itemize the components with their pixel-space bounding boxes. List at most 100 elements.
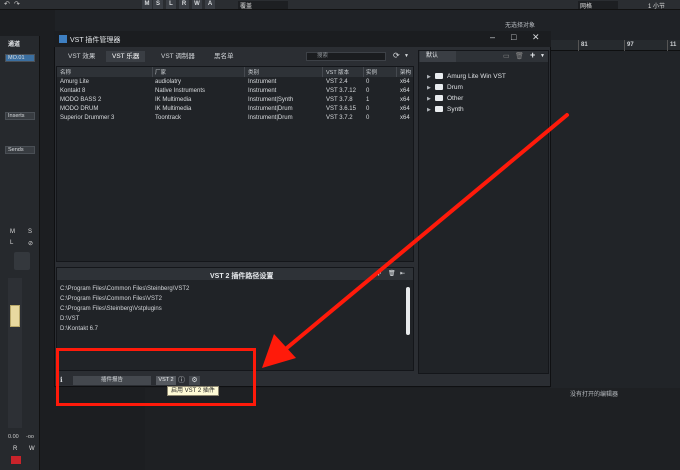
- add-menu-chevron-icon[interactable]: ▼: [540, 53, 545, 59]
- vst2-path-item[interactable]: D:\Kontakt 6.7: [60, 326, 98, 332]
- ruler-number: 81: [581, 42, 588, 48]
- write-automation-button[interactable]: W: [29, 446, 35, 452]
- quantize-field[interactable]: 1 小节: [648, 1, 665, 10]
- column-divider: [363, 67, 364, 77]
- inspector-title: 通道: [8, 42, 21, 48]
- timeline-ruler[interactable]: 81 97 11: [550, 40, 680, 51]
- sends-button[interactable]: Sends: [5, 146, 35, 154]
- no-editor-label: 没有打开的编辑器: [570, 392, 619, 398]
- folder-label: Other: [447, 95, 464, 102]
- volume-fader[interactable]: [8, 278, 22, 428]
- table-row[interactable]: [57, 96, 413, 105]
- delete-icon[interactable]: 🗑: [515, 52, 524, 60]
- tab-vst-effects[interactable]: VST 效果: [62, 51, 101, 62]
- folder-tree-item[interactable]: ▶ Other: [427, 95, 463, 102]
- new-folder-icon[interactable]: ▭: [503, 52, 510, 60]
- folder-tree-item[interactable]: ▶ Drum: [427, 84, 463, 91]
- mute-button[interactable]: M: [142, 0, 152, 9]
- write-button[interactable]: W: [192, 0, 202, 9]
- column-header-category[interactable]: 类别: [248, 68, 259, 76]
- peak-readout: -oo: [26, 434, 34, 440]
- table-row[interactable]: [57, 105, 413, 114]
- table-header: [57, 67, 413, 77]
- app-icon: [59, 35, 67, 43]
- expand-arrow-icon[interactable]: ▶: [427, 96, 435, 102]
- expand-arrow-icon[interactable]: ▶: [427, 85, 435, 91]
- pan-knob[interactable]: [14, 252, 30, 270]
- annotation-highlight-box: [56, 348, 256, 406]
- grid-field[interactable]: 网格: [578, 1, 618, 10]
- daw-screen: ↶ ↷ M S L R W A 覆盖 网格 1 小节 无选择对象 81 97 1…: [0, 0, 680, 470]
- vst2-path-item[interactable]: C:\Program Files\Common Files\Steinberg\…: [60, 286, 189, 292]
- column-header-vendor[interactable]: 厂家: [155, 68, 166, 76]
- folder-tree-item[interactable]: ▶ Amurg Lite Win VST: [427, 73, 506, 80]
- search-input[interactable]: 搜索: [306, 52, 386, 61]
- column-divider: [152, 67, 153, 77]
- delete-path-icon[interactable]: 🗑: [388, 270, 396, 277]
- inserts-button[interactable]: Inserts: [5, 112, 35, 120]
- vst2-path-item[interactable]: C:\Program Files\Common Files\VST2: [60, 296, 162, 302]
- vst2-path-item[interactable]: D:\VST: [60, 316, 79, 322]
- path-panel-title: VST 2 插件路径设置: [210, 273, 274, 280]
- tab-vst-modulators[interactable]: VST 调制器: [155, 51, 201, 62]
- rescan-icon[interactable]: ⇤: [400, 270, 405, 277]
- select-hint: 无选择对象: [505, 23, 536, 29]
- folder-label: Synth: [447, 106, 464, 113]
- column-header-arch[interactable]: 架构: [400, 68, 411, 76]
- column-header-name[interactable]: 名称: [60, 68, 71, 76]
- fader-handle[interactable]: [10, 305, 20, 327]
- column-divider: [322, 67, 323, 77]
- column-divider: [396, 67, 397, 77]
- folder-icon: [435, 73, 443, 79]
- ruler-number: 11: [670, 42, 677, 48]
- plugin-manager-titlebar[interactable]: [54, 31, 551, 47]
- table-row[interactable]: [57, 114, 413, 123]
- channel-listen-button[interactable]: L: [10, 240, 13, 246]
- tab-blacklist[interactable]: 黑名单: [208, 51, 240, 62]
- channel-mute-button[interactable]: M: [10, 229, 15, 235]
- undo-icon[interactable]: ↶: [4, 0, 10, 8]
- expand-arrow-icon[interactable]: ▶: [427, 107, 435, 113]
- table-row[interactable]: [57, 78, 413, 87]
- ruler-tick: [624, 40, 625, 51]
- minimize-icon[interactable]: –: [490, 32, 495, 42]
- read-button[interactable]: R: [179, 0, 189, 9]
- column-header-instances[interactable]: 实例: [366, 68, 377, 76]
- channel-name[interactable]: MO.01: [5, 54, 35, 62]
- folder-label: Amurg Lite Win VST: [447, 73, 506, 80]
- channel-solo-button[interactable]: S: [28, 229, 32, 235]
- read-automation-button[interactable]: R: [13, 446, 17, 452]
- add-icon[interactable]: +: [530, 50, 535, 60]
- window-title: VST 插件管理器: [70, 37, 121, 44]
- folder-tab-default[interactable]: 默认: [420, 51, 456, 62]
- mode-field[interactable]: 覆盖: [238, 1, 288, 10]
- add-path-icon[interactable]: +: [376, 268, 381, 278]
- refresh-icon[interactable]: ⟳: [393, 51, 400, 60]
- folder-icon: [435, 84, 443, 90]
- path-scrollbar[interactable]: [406, 287, 410, 335]
- channel-monitor-button[interactable]: ⊘: [28, 240, 33, 247]
- ruler-number: 97: [627, 42, 634, 48]
- column-divider: [244, 67, 245, 77]
- record-button[interactable]: [11, 456, 21, 464]
- chevron-down-icon[interactable]: ▼: [404, 53, 409, 59]
- expand-arrow-icon[interactable]: ▶: [427, 74, 435, 80]
- ruler-tick: [667, 40, 668, 51]
- solo-button[interactable]: S: [153, 0, 163, 9]
- daw-toolbar: ↶ ↷ M S L R W A 覆盖 网格 1 小节: [0, 0, 680, 10]
- folder-icon: [435, 95, 443, 101]
- column-header-version[interactable]: VST 版本: [326, 68, 349, 76]
- folder-icon: [435, 106, 443, 112]
- listen-button[interactable]: L: [166, 0, 176, 9]
- maximize-icon[interactable]: □: [511, 32, 516, 42]
- automation-button[interactable]: A: [205, 0, 215, 9]
- close-icon[interactable]: ✕: [532, 32, 540, 43]
- tab-vst-instruments[interactable]: VST 乐器: [106, 51, 146, 62]
- volume-readout: 0.00: [8, 434, 19, 440]
- ruler-tick: [578, 40, 579, 51]
- folder-label: Drum: [447, 84, 463, 91]
- table-row[interactable]: [57, 87, 413, 96]
- redo-icon[interactable]: ↷: [14, 0, 20, 8]
- folder-tree-item[interactable]: ▶ Synth: [427, 106, 464, 113]
- vst2-path-item[interactable]: C:\Program Files\Steinberg\Vstplugins: [60, 306, 162, 312]
